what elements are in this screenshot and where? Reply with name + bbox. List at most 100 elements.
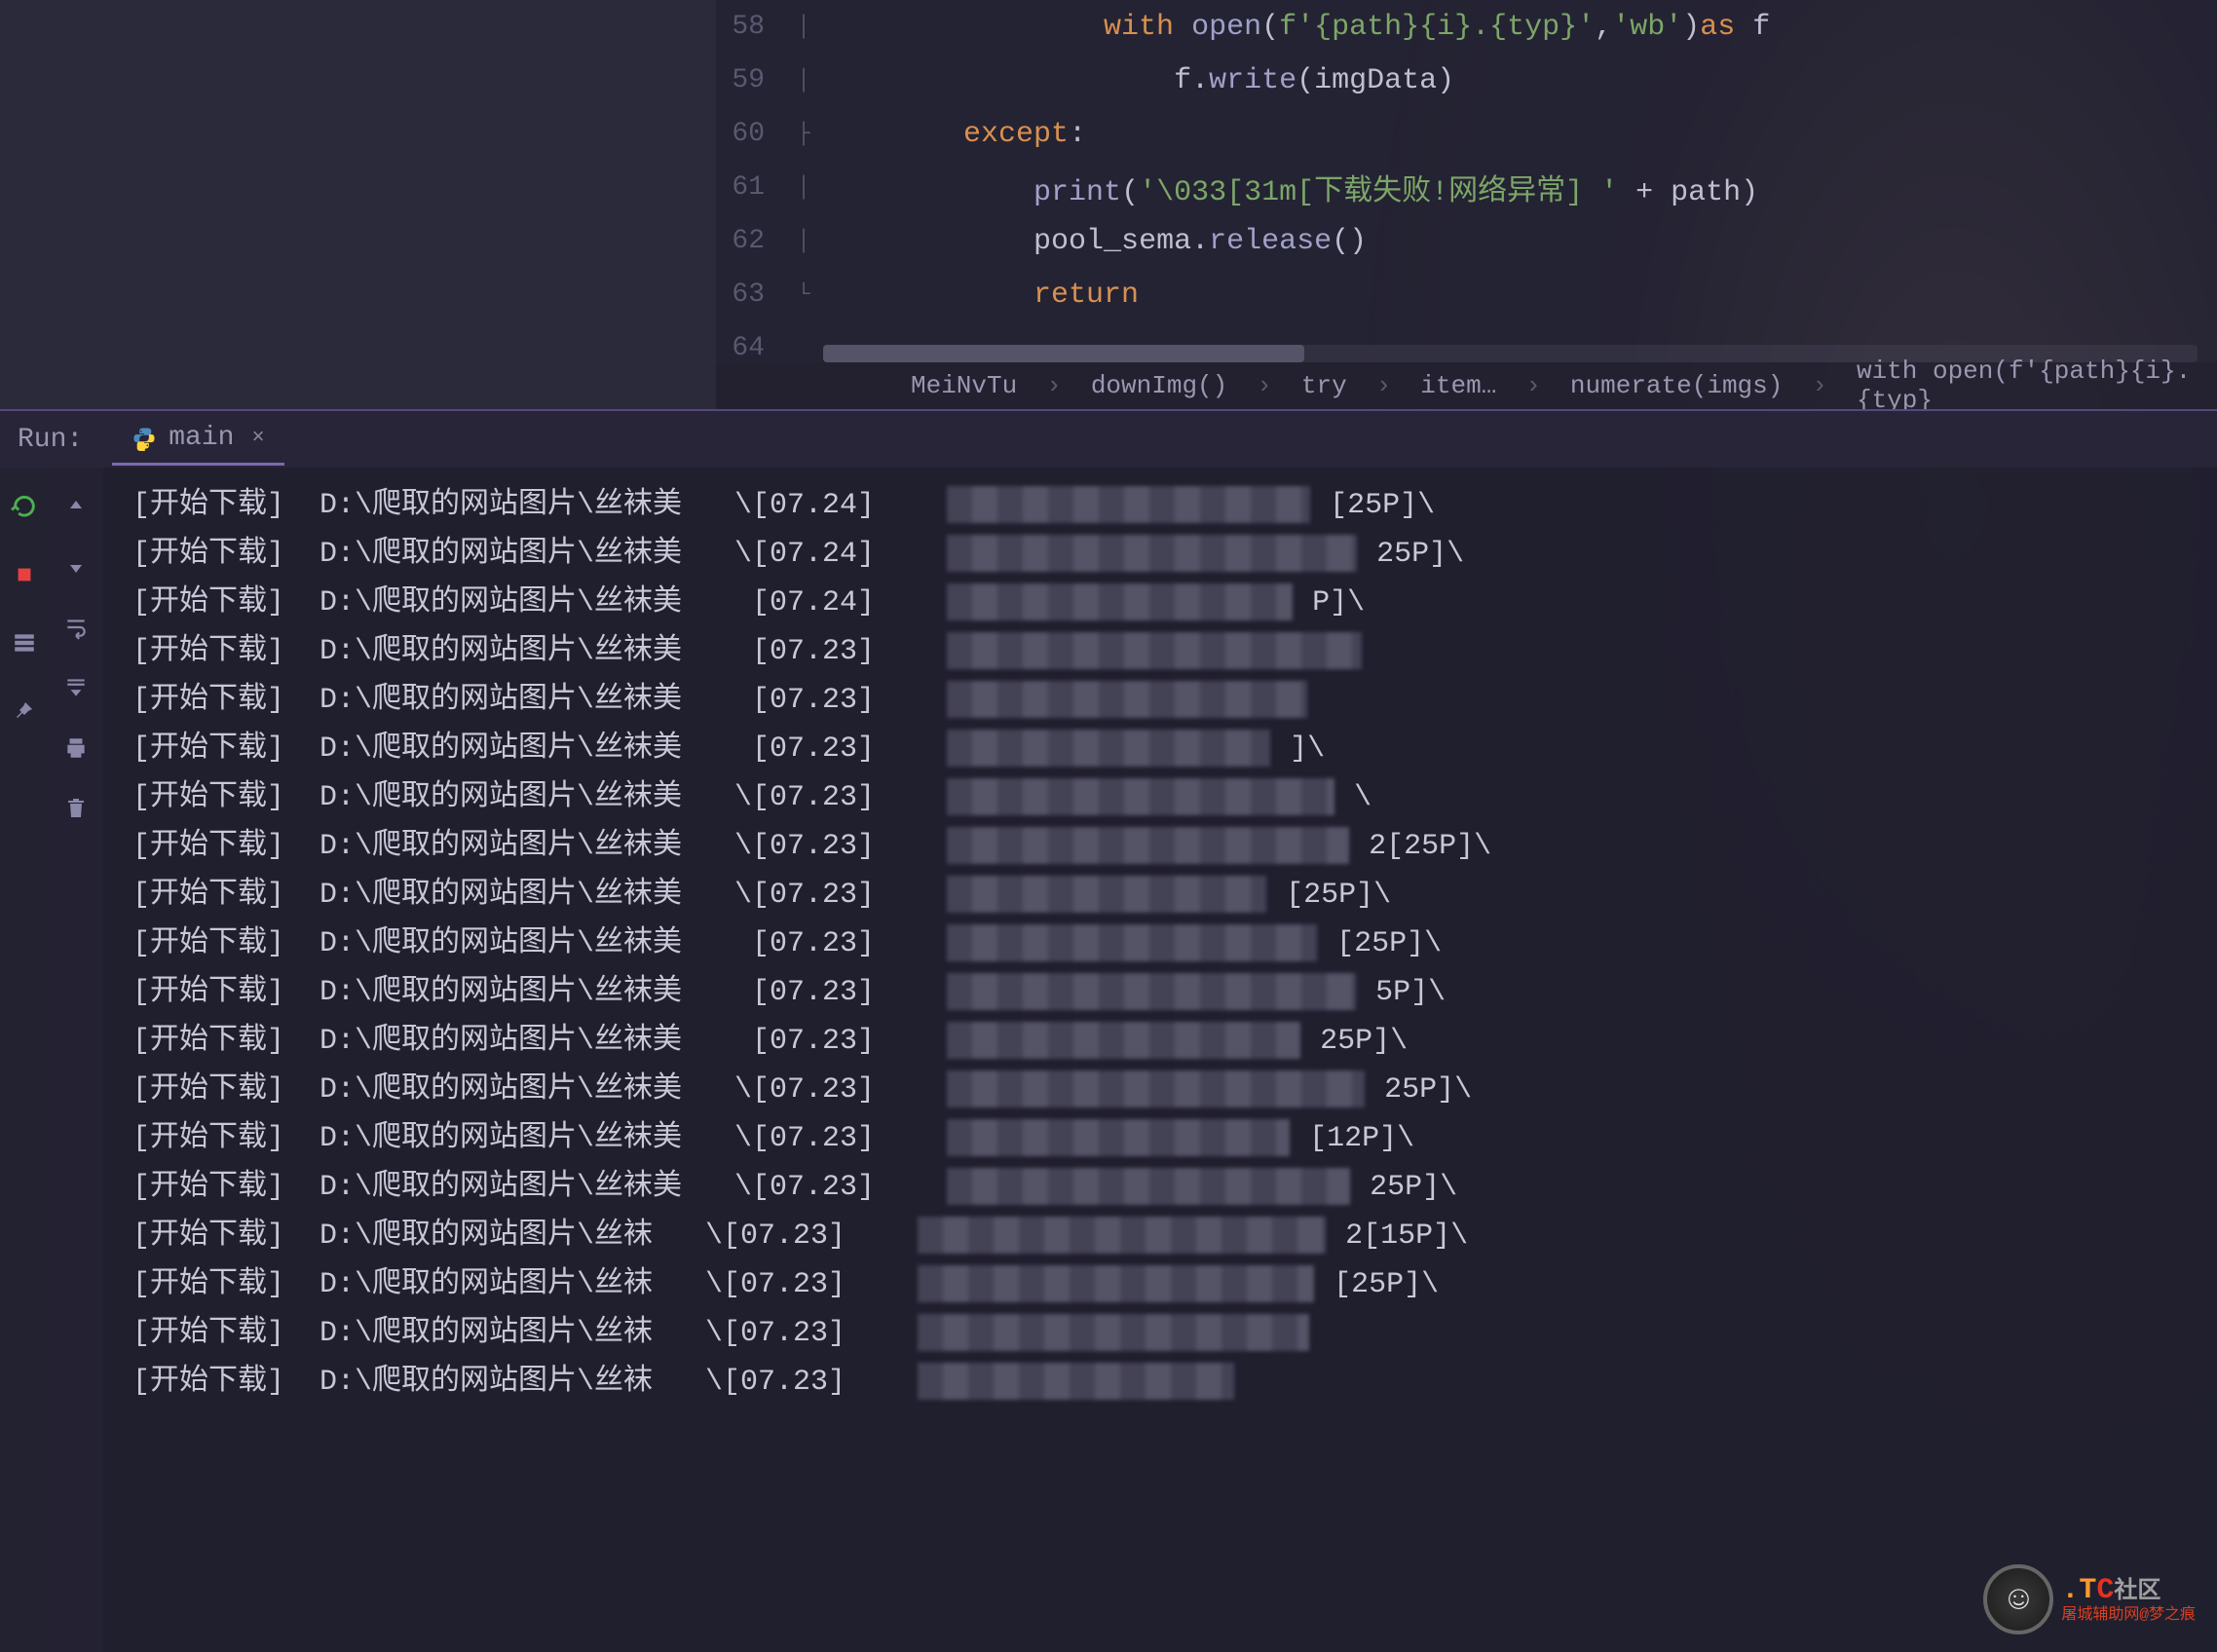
line-number: 59 xyxy=(716,65,784,95)
close-icon[interactable]: × xyxy=(251,426,264,450)
pin-icon[interactable] xyxy=(9,695,40,727)
console-suffix: 2[15P]\ xyxy=(1345,1220,1468,1253)
code-content[interactable]: f.write(imgData) xyxy=(823,64,2217,97)
console-line: [开始下载] D:\爬取的网站图片\丝袜美 [07.23] xyxy=(132,627,2217,676)
up-icon[interactable] xyxy=(60,491,92,522)
breadcrumb-item[interactable]: try xyxy=(1301,371,1347,400)
breadcrumb-item[interactable]: numerate(imgs) xyxy=(1570,371,1783,400)
censored-segment xyxy=(918,1363,1234,1400)
console-prefix: [开始下载] D:\爬取的网站图片\丝袜 xyxy=(132,1317,653,1350)
down-icon[interactable] xyxy=(60,551,92,582)
watermark: ☺ .TC社区 屠城辅助网@梦之痕 xyxy=(1983,1564,2196,1634)
chevron-right-icon: › xyxy=(1812,371,1827,400)
run-label: Run: xyxy=(18,425,83,455)
console-line: [开始下载] D:\爬取的网站图片\丝袜 \[07.23] xyxy=(132,1358,2217,1407)
console-line: [开始下载] D:\爬取的网站图片\丝袜美 \[07.24] 25P]\ xyxy=(132,530,2217,579)
stop-icon[interactable] xyxy=(9,559,40,590)
console-line: [开始下载] D:\爬取的网站图片\丝袜美 [07.24] P]\ xyxy=(132,579,2217,627)
scroll-to-end-icon[interactable] xyxy=(60,672,92,703)
censored-segment xyxy=(947,778,1334,815)
console-suffix: [25P]\ xyxy=(1336,927,1442,960)
chevron-right-icon: › xyxy=(1257,371,1272,400)
console-date: \[07.23] xyxy=(682,830,927,863)
trash-icon[interactable] xyxy=(60,793,92,824)
console-suffix: [25P]\ xyxy=(1334,1268,1439,1301)
censored-segment xyxy=(947,876,1266,913)
code-line[interactable]: 62│ pool_sema.release() xyxy=(716,214,2217,268)
console-suffix: ]\ xyxy=(1290,732,1325,766)
console-date: \[07.23] xyxy=(653,1366,898,1399)
code-line[interactable]: 59│ f.write(imgData) xyxy=(716,54,2217,107)
fold-gutter[interactable]: │ xyxy=(784,15,823,39)
code-editor[interactable]: 58│ with open(f'{path}{i}.{typ}','wb')as… xyxy=(716,0,2217,409)
print-icon[interactable] xyxy=(60,732,92,764)
console-prefix: [开始下载] D:\爬取的网站图片\丝袜美 xyxy=(132,489,682,522)
console-prefix: [开始下载] D:\爬取的网站图片\丝袜美 xyxy=(132,879,682,912)
line-number: 62 xyxy=(716,226,784,256)
censored-segment xyxy=(947,1070,1365,1108)
code-line[interactable]: 63└ return xyxy=(716,268,2217,321)
line-number: 63 xyxy=(716,280,784,310)
console-line: [开始下载] D:\爬取的网站图片\丝袜美 [07.23] 25P]\ xyxy=(132,1017,2217,1066)
console-line: [开始下载] D:\爬取的网站图片\丝袜美 [07.23] 5P]\ xyxy=(132,968,2217,1017)
console-prefix: [开始下载] D:\爬取的网站图片\丝袜美 xyxy=(132,1122,682,1155)
censored-segment xyxy=(947,1119,1290,1156)
layout-icon[interactable] xyxy=(9,627,40,658)
breadcrumb-item[interactable]: MeiNvTu xyxy=(911,371,1017,400)
console-date: \[07.23] xyxy=(653,1268,898,1301)
console-line: [开始下载] D:\爬取的网站图片\丝袜美 [07.23] [25P]\ xyxy=(132,920,2217,968)
console-line: [开始下载] D:\爬取的网站图片\丝袜美 \[07.24] [25P]\ xyxy=(132,481,2217,530)
console-suffix: 2[25P]\ xyxy=(1369,830,1491,863)
console-output[interactable]: [开始下载] D:\爬取的网站图片\丝袜美 \[07.24] [25P]\[开始… xyxy=(103,468,2217,1652)
fold-gutter[interactable]: └ xyxy=(784,282,823,307)
console-date: \[07.23] xyxy=(682,1122,927,1155)
breadcrumb-item[interactable]: with open(f'{path}{i}.{typ} xyxy=(1857,357,2217,415)
code-content[interactable]: pool_sema.release() xyxy=(823,225,2217,258)
censored-segment xyxy=(947,535,1357,572)
breadcrumb-item[interactable]: downImg() xyxy=(1091,371,1227,400)
chevron-right-icon: › xyxy=(1046,371,1062,400)
console-line: [开始下载] D:\爬取的网站图片\丝袜 \[07.23] xyxy=(132,1309,2217,1358)
code-content[interactable]: return xyxy=(823,279,2217,312)
code-line[interactable]: 61│ print('\033[31m[下载失败!网络异常] ' + path) xyxy=(716,161,2217,214)
fold-gutter[interactable]: ├ xyxy=(784,122,823,146)
fold-gutter[interactable]: │ xyxy=(784,175,823,200)
code-content[interactable]: except: xyxy=(823,118,2217,151)
console-date: \[07.23] xyxy=(682,1171,927,1204)
breadcrumb-item[interactable]: item… xyxy=(1420,371,1496,400)
console-date: [07.23] xyxy=(682,635,927,668)
scrollbar-thumb[interactable] xyxy=(823,345,1304,362)
run-tool-window: Run: main × xyxy=(0,409,2217,1652)
code-content[interactable]: print('\033[31m[下载失败!网络异常] ' + path) xyxy=(823,166,2217,209)
fold-gutter[interactable]: │ xyxy=(784,68,823,93)
line-number: 64 xyxy=(716,333,784,363)
line-number: 58 xyxy=(716,12,784,42)
console-suffix: 5P]\ xyxy=(1375,976,1446,1009)
censored-segment xyxy=(918,1265,1314,1302)
console-prefix: [开始下载] D:\爬取的网站图片\丝袜美 xyxy=(132,1171,682,1204)
run-toolbar-secondary xyxy=(49,468,103,1652)
console-date: \[07.24] xyxy=(682,489,927,522)
code-line[interactable]: 58│ with open(f'{path}{i}.{typ}','wb')as… xyxy=(716,0,2217,54)
console-suffix: \ xyxy=(1354,781,1372,814)
console-prefix: [开始下载] D:\爬取的网站图片\丝袜美 xyxy=(132,1073,682,1107)
fold-gutter[interactable]: │ xyxy=(784,229,823,253)
run-tab-label: main xyxy=(169,423,234,453)
code-content[interactable]: with open(f'{path}{i}.{typ}','wb')as f xyxy=(823,11,2217,44)
console-suffix: 25P]\ xyxy=(1320,1025,1408,1058)
console-date: \[07.23] xyxy=(653,1220,898,1253)
soft-wrap-icon[interactable] xyxy=(60,612,92,643)
line-number: 61 xyxy=(716,172,784,203)
code-line[interactable]: 60├ except: xyxy=(716,107,2217,161)
console-prefix: [开始下载] D:\爬取的网站图片\丝袜 xyxy=(132,1268,653,1301)
censored-segment xyxy=(947,973,1356,1010)
console-date: \[07.24] xyxy=(682,538,927,571)
console-suffix: [25P]\ xyxy=(1286,879,1391,912)
run-tab-main[interactable]: main × xyxy=(112,413,283,466)
rerun-icon[interactable] xyxy=(9,491,40,522)
line-number: 60 xyxy=(716,119,784,149)
console-prefix: [开始下载] D:\爬取的网站图片\丝袜美 xyxy=(132,635,682,668)
console-line: [开始下载] D:\爬取的网站图片\丝袜美 [07.23] ]\ xyxy=(132,725,2217,773)
censored-segment xyxy=(947,827,1349,864)
chevron-right-icon: › xyxy=(1525,371,1541,400)
